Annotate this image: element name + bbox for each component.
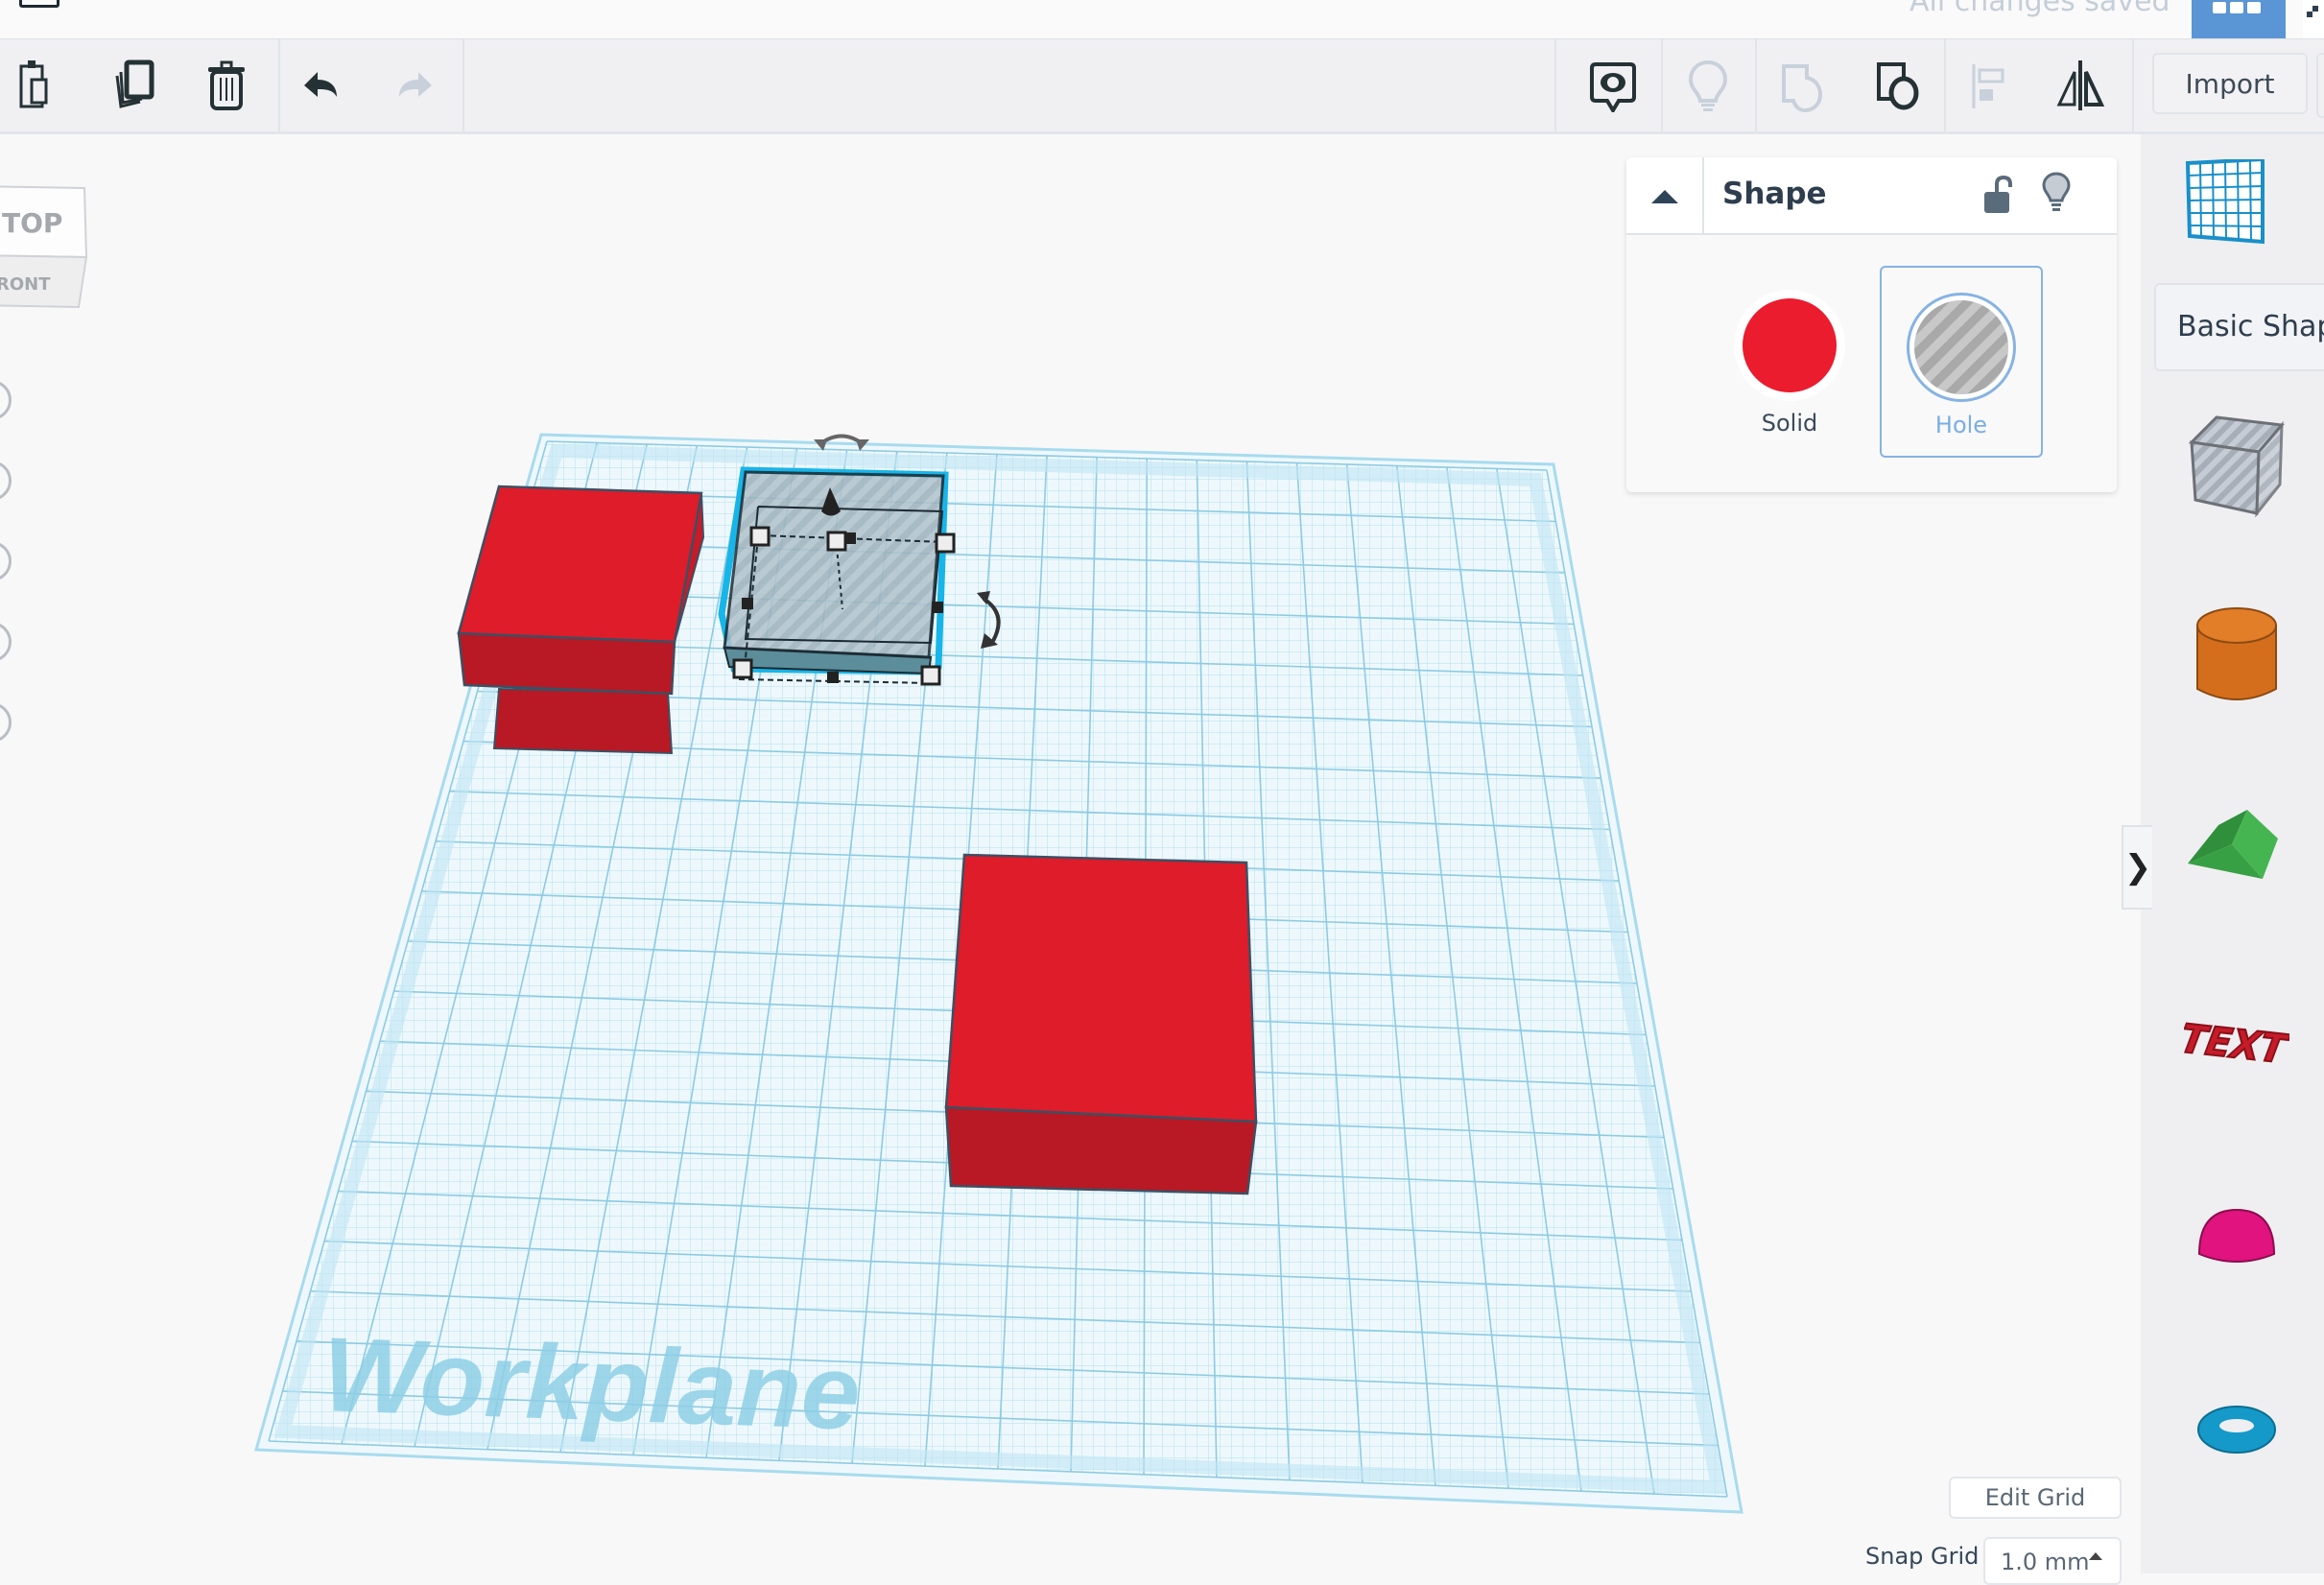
toolbar-divider (1661, 39, 1663, 131)
toolbar-divider (1755, 39, 1757, 131)
resize-handle[interactable] (920, 665, 941, 686)
red-box-large[interactable] (944, 853, 1258, 1195)
import-button[interactable]: Import (2152, 53, 2308, 114)
unlock-icon (1984, 175, 2012, 213)
resize-handle[interactable] (935, 532, 956, 554)
hole-label: Hole (1934, 412, 1988, 438)
view-cube-front[interactable]: RONT (0, 274, 51, 295)
shape-panel-header: Shape (1626, 157, 2117, 235)
box-front-face (457, 631, 676, 696)
lightbulb-icon (2042, 172, 2071, 211)
hole-swatch[interactable] (1914, 300, 2008, 394)
shape-half-sphere[interactable] (2179, 1175, 2294, 1300)
shape-torus[interactable] (2179, 1367, 2294, 1492)
striped-box-icon (2188, 415, 2285, 518)
shape-panel-title: Shape (1722, 177, 1827, 211)
main-toolbar: Import (0, 39, 2324, 134)
hole-mode-option[interactable]: Hole (1880, 266, 2043, 458)
resize-handle-side[interactable] (742, 598, 753, 609)
toolbar-divider (2132, 39, 2134, 131)
box-base-shadow (492, 687, 674, 755)
shape-text[interactable]: TEXT (2179, 979, 2294, 1103)
export-button[interactable] (2316, 53, 2324, 118)
shape-cylinder[interactable] (2179, 595, 2294, 720)
shape-category-dropdown[interactable]: Basic Shapes (2154, 283, 2324, 371)
shapes-sidebar: Basic Shapes TEXT (2141, 134, 2324, 1573)
torus-icon (2197, 1406, 2276, 1454)
solid-mode-option[interactable]: Solid (1708, 266, 1871, 458)
resize-handle-side[interactable] (932, 602, 943, 613)
edit-grid-button[interactable]: Edit Grid (1949, 1477, 2122, 1519)
clipboard-icon (19, 60, 48, 108)
visibility-button[interactable] (2041, 171, 2072, 217)
fullscreen-icon (2307, 6, 2318, 17)
collapse-panel-button[interactable] (1626, 157, 1704, 233)
undo-icon (304, 72, 337, 97)
redo-button[interactable] (374, 39, 451, 131)
toolbar-divider (278, 39, 280, 131)
caret-up-icon (2089, 1552, 2102, 1560)
toolbar-divider (462, 39, 464, 131)
shape-roof[interactable] (2179, 787, 2294, 911)
grid-view-icon-cell (2230, 2, 2243, 13)
fullscreen-button[interactable] (2303, 0, 2324, 38)
group-button[interactable] (1765, 39, 1841, 131)
align-button[interactable] (1953, 39, 2029, 131)
grid-view-icon-cell (2247, 2, 2261, 13)
top-header: All changes saved (0, 0, 2324, 39)
resize-handle[interactable] (826, 531, 847, 552)
box-top-face (944, 853, 1258, 1124)
redo-icon (399, 72, 432, 97)
sidebar-toggle-button[interactable]: ❯ (2122, 825, 2152, 910)
workplane-grid-icon (2185, 156, 2265, 245)
toolbar-divider (1944, 39, 1946, 131)
notes-button[interactable] (1575, 39, 1651, 131)
snap-grid-select[interactable]: 1.0 mm (1983, 1537, 2122, 1585)
cylinder-icon (2196, 607, 2277, 700)
resize-handle-side[interactable] (844, 532, 856, 544)
half-sphere-icon (2197, 1208, 2276, 1263)
resize-handle-side[interactable] (827, 672, 839, 683)
view-cube[interactable]: TOP RONT (0, 177, 96, 340)
trash-icon (208, 60, 245, 110)
group-icon (1782, 64, 1823, 112)
align-icon (1972, 64, 2004, 108)
resize-handle[interactable] (749, 526, 771, 547)
box-top-face (457, 485, 703, 644)
workplane-label: Workplane (320, 1315, 862, 1452)
duplicate-button[interactable] (98, 39, 175, 131)
snap-grid-label: Snap Grid (1865, 1543, 1980, 1570)
shape-inspector-panel: Shape Solid Hole (1626, 157, 2117, 492)
grid-view-button[interactable] (2192, 0, 2286, 38)
paste-button[interactable] (2, 39, 79, 131)
ungroup-button[interactable] (1860, 39, 1936, 131)
design-icon[interactable] (19, 0, 59, 8)
solid-color-swatch[interactable] (1743, 298, 1837, 392)
delete-button[interactable] (189, 39, 266, 131)
show-all-button[interactable] (1670, 39, 1746, 131)
toolbar-divider (1554, 39, 1556, 131)
workplane-tool[interactable] (2184, 156, 2265, 249)
view-cube-top[interactable]: TOP (2, 207, 62, 239)
undo-button[interactable] (285, 39, 362, 131)
roof-icon (2188, 810, 2278, 879)
mirror-icon (2056, 60, 2105, 110)
lightbulb-icon (1688, 59, 1728, 111)
ungroup-icon (1877, 62, 1919, 110)
shape-box-hole[interactable] (2179, 403, 2294, 528)
chevron-up-icon (1650, 189, 1678, 203)
duplicate-icon (115, 59, 154, 108)
snap-grid-value: 1.0 mm (2001, 1549, 2090, 1575)
text-3d-icon: TEXT (2184, 1014, 2289, 1070)
solid-label: Solid (1761, 410, 1818, 437)
note-eye-icon (1590, 62, 1636, 112)
save-status: All changes saved (1909, 0, 2170, 18)
resize-handle[interactable] (732, 658, 753, 679)
svg-text:TEXT: TEXT (2184, 1015, 2289, 1070)
grid-view-icon (2213, 2, 2226, 13)
mirror-button[interactable] (2042, 39, 2119, 131)
lock-button[interactable] (1981, 175, 2014, 219)
